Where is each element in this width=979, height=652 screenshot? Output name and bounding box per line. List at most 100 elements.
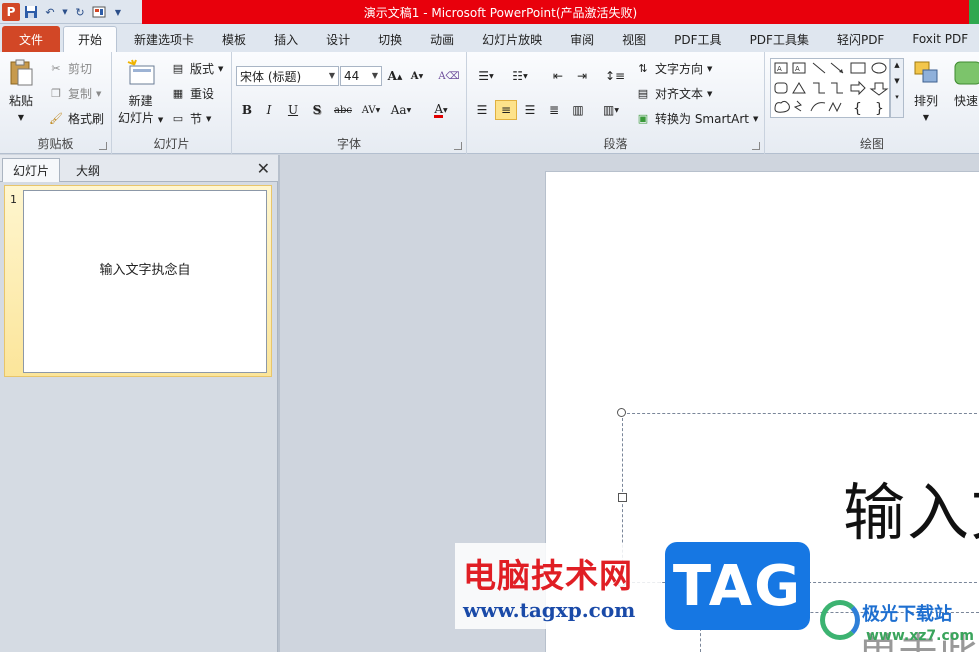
align-text-label: 对齐文本 [655, 87, 704, 101]
resize-handle-left[interactable] [618, 493, 627, 502]
columns-button[interactable]: ▥ ▼ [597, 100, 625, 120]
tab-slides[interactable]: 幻灯片 [2, 158, 61, 182]
drawing-group-label: 绘图 [859, 137, 884, 151]
gallery-more-icon[interactable]: ▾ [891, 93, 903, 101]
align-center-button[interactable]: ≡ [495, 100, 517, 120]
grow-font-button[interactable]: A ▲ [384, 66, 406, 86]
layout-button[interactable]: ▤ 版式 ▼ [170, 60, 224, 77]
increase-indent-button[interactable]: ⇥ [571, 66, 593, 86]
tab-design[interactable]: 设计 [312, 26, 364, 52]
tab-animations[interactable]: 动画 [416, 26, 468, 52]
italic-button[interactable]: I [258, 100, 280, 120]
tab-pdf-tools[interactable]: PDF工具 [660, 26, 735, 52]
underline-button[interactable]: U [282, 100, 304, 120]
tab-home[interactable]: 开始 [63, 26, 118, 52]
numbering-button[interactable]: ☷ ▼ [505, 66, 535, 86]
paste-icon [10, 59, 33, 86]
distribute-icon: ▥ [572, 103, 584, 117]
reset-button[interactable]: ▦ 重设 [170, 85, 214, 102]
align-right-button[interactable]: ☰ [519, 100, 541, 120]
tab-template[interactable]: 模板 [208, 26, 260, 52]
svg-text:A: A [777, 65, 782, 73]
arrange-button[interactable]: 排列 ▼ [911, 58, 941, 122]
bullets-button[interactable]: ☰ ▼ [471, 66, 501, 86]
quick-access-toolbar: P ↶ ▼ ↻ ▼ [0, 0, 126, 24]
align-left-button[interactable]: ☰ [471, 100, 493, 120]
tab-foxit-pdf[interactable]: Foxit PDF [898, 26, 979, 52]
font-launcher-icon[interactable] [454, 142, 462, 150]
shrink-font-button[interactable]: A ▼ [406, 66, 428, 86]
justify-button[interactable]: ≣ [543, 100, 565, 120]
line-spacing-button[interactable]: ↕≡ [601, 66, 629, 86]
new-slide-icon [127, 59, 155, 85]
slide-title-text[interactable]: 输入文 [843, 462, 979, 552]
strikethrough-button[interactable]: abc [330, 100, 356, 120]
tab-slideshow[interactable]: 幻灯片放映 [468, 26, 556, 52]
watermark-site-title: 电脑技术网 [463, 556, 633, 595]
clear-format-button[interactable]: A⌫ [438, 66, 460, 86]
powerpoint-logo-icon[interactable]: P [2, 3, 20, 21]
customize-quick-access-icon[interactable]: ▼ [110, 4, 126, 20]
section-button[interactable]: ▭ 节 ▼ [170, 110, 212, 127]
undo-dropdown-icon[interactable]: ▼ [61, 4, 69, 20]
slide-thumbnail-selected[interactable]: 1 输入文字执念自 [4, 185, 272, 377]
tab-insert[interactable]: 插入 [260, 26, 312, 52]
bold-button[interactable]: B [236, 100, 258, 120]
clipboard-launcher-icon[interactable] [99, 142, 107, 150]
increase-indent-icon: ⇥ [576, 69, 588, 83]
char-spacing-button[interactable]: AV ▼ [358, 100, 384, 120]
decrease-indent-button[interactable]: ⇤ [547, 66, 569, 86]
save-icon[interactable] [23, 4, 39, 20]
new-slide-button[interactable]: 新建 幻灯片 ▼ [118, 58, 163, 126]
tab-outline[interactable]: 大纲 [66, 158, 110, 182]
tab-transitions[interactable]: 切换 [364, 26, 416, 52]
shapes-gallery-scroll[interactable]: ▲ ▼ ▾ [890, 58, 904, 118]
tab-pdf-toolset[interactable]: PDF工具集 [736, 26, 823, 52]
text-direction-button[interactable]: ⇅ 文字方向 ▼ [635, 60, 712, 77]
align-text-button[interactable]: ▤ 对齐文本 ▼ [635, 85, 713, 102]
resize-handle-top-left[interactable] [617, 408, 626, 417]
arrange-label: 排列 [913, 94, 938, 108]
font-name-dropdown-icon[interactable]: ▼ [329, 71, 335, 80]
paste-button[interactable]: 粘贴 ▼ [6, 58, 36, 122]
distribute-button[interactable]: ▥ [567, 100, 589, 120]
font-color-button[interactable]: A ▼ [428, 100, 454, 120]
shapes-gallery[interactable]: A A { } [770, 58, 890, 118]
copy-label: 复制 [68, 87, 93, 101]
copy-button[interactable]: ❐ 复制 ▼ [48, 85, 101, 102]
convert-smartart-button[interactable]: ▣ 转换为 SmartArt ▼ [635, 110, 759, 127]
ribbon-tabs: 文件 开始 新建选项卡 模板 插入 设计 切换 动画 幻灯片放映 审阅 视图 P… [0, 24, 979, 52]
clipboard-group-label: 剪贴板 [37, 137, 74, 151]
gallery-down-icon[interactable]: ▼ [891, 77, 903, 85]
close-panel-icon[interactable]: ✕ [257, 159, 270, 178]
cut-button[interactable]: ✂ 剪切 [48, 60, 92, 77]
paste-dropdown-icon[interactable]: ▼ [18, 113, 24, 122]
copy-icon: ❐ [51, 87, 61, 100]
shadow-button[interactable]: S [306, 100, 328, 120]
decrease-indent-icon: ⇤ [552, 69, 564, 83]
font-name-value: 宋体 (标题) [240, 69, 302, 84]
tab-file[interactable]: 文件 [2, 26, 61, 52]
change-case-button[interactable]: Aa ▼ [388, 100, 414, 120]
panel-splitter[interactable] [278, 155, 280, 652]
undo-icon[interactable]: ↶ [42, 4, 58, 20]
tab-view[interactable]: 视图 [608, 26, 660, 52]
quick-styles-button[interactable]: 快速 [951, 58, 979, 109]
layout-icon[interactable] [91, 4, 107, 20]
font-size-dropdown-icon[interactable]: ▼ [372, 71, 378, 80]
tab-light-pdf[interactable]: 轻闪PDF [823, 26, 898, 52]
font-size-combo[interactable]: 44 ▼ [340, 66, 382, 86]
gallery-up-icon[interactable]: ▲ [891, 61, 903, 69]
tab-review[interactable]: 审阅 [556, 26, 608, 52]
paragraph-launcher-icon[interactable] [752, 142, 760, 150]
slide-thumbnail[interactable]: 输入文字执念自 [23, 190, 267, 373]
font-name-combo[interactable]: 宋体 (标题) ▼ [236, 66, 339, 86]
brush-icon: 🖌 [49, 112, 63, 125]
redo-icon[interactable]: ↻ [72, 4, 88, 20]
format-painter-button[interactable]: 🖌 格式刷 [48, 110, 104, 127]
font-size-value: 44 [344, 69, 360, 83]
scissors-icon: ✂ [51, 62, 61, 75]
smartart-icon: ▣ [637, 112, 649, 125]
layout-icon: ▤ [172, 62, 184, 75]
tab-new-tab[interactable]: 新建选项卡 [120, 26, 208, 52]
